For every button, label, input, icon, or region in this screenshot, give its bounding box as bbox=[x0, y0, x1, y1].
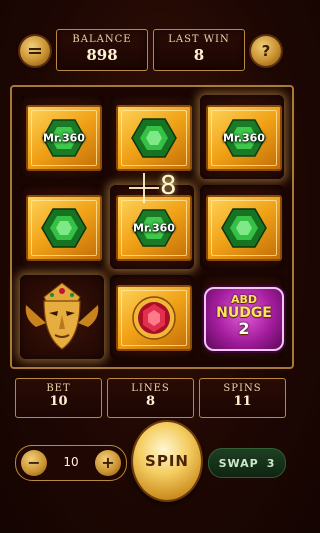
spin-label: SPIN bbox=[145, 452, 189, 470]
reel-cell-r3c3: ABD NUDGE 2 bbox=[200, 275, 284, 359]
bet-stepper: − 10 + bbox=[15, 445, 127, 481]
crosshair-icon bbox=[129, 173, 159, 203]
menu-button[interactable] bbox=[20, 36, 50, 66]
green-gem-symbol bbox=[206, 195, 282, 261]
lines-panel: LINES 8 bbox=[107, 378, 194, 418]
reel-cell-r2c1 bbox=[20, 185, 104, 269]
bet-label: BET bbox=[46, 383, 71, 394]
balance-panel: BALANCE 898 bbox=[56, 29, 148, 71]
reel-grid: Mr.360 Mr.360 Mr.360 8 ABD NUDGE 2 bbox=[10, 85, 294, 369]
swap-count: 3 bbox=[266, 456, 276, 470]
green-gem-icon bbox=[221, 208, 267, 248]
bet-panel: BET 10 bbox=[15, 378, 102, 418]
reel-cell-r2c3 bbox=[200, 185, 284, 269]
help-icon: ? bbox=[261, 42, 271, 60]
reel-cell-r3c1 bbox=[20, 275, 104, 359]
balance-value: 898 bbox=[86, 46, 118, 64]
lines-label: LINES bbox=[131, 383, 170, 394]
red-gem-symbol bbox=[116, 285, 192, 351]
reel-cell-r3c2 bbox=[110, 275, 194, 359]
reel-cell-r1c2 bbox=[110, 95, 194, 179]
reel-cell-r2c2: Mr.360 8 bbox=[110, 171, 194, 269]
green-gem-icon bbox=[41, 208, 87, 248]
increase-bet-button[interactable]: + bbox=[95, 450, 121, 476]
bet-value: 10 bbox=[49, 394, 68, 409]
reel-cell-r1c3: Mr.360 bbox=[200, 95, 284, 179]
nudge-line3: 2 bbox=[238, 319, 250, 338]
spins-label: SPINS bbox=[223, 383, 262, 394]
balance-label: BALANCE bbox=[72, 34, 132, 45]
spin-button[interactable]: SPIN bbox=[133, 422, 201, 500]
help-button[interactable]: ? bbox=[251, 36, 281, 66]
swap-button[interactable]: SWAP 3 bbox=[208, 448, 286, 478]
mr360-label: Mr.360 bbox=[133, 221, 175, 235]
last-win-value: 8 bbox=[193, 46, 205, 64]
swap-label: SWAP bbox=[218, 456, 259, 470]
crosshair-number: 8 bbox=[160, 171, 177, 201]
mr360-symbol: Mr.360 bbox=[206, 105, 282, 171]
golden-mask-icon bbox=[25, 282, 99, 350]
nudge-symbol: ABD NUDGE 2 bbox=[204, 287, 284, 351]
green-gem-icon bbox=[131, 118, 177, 158]
green-gem-symbol bbox=[26, 195, 102, 261]
last-win-label: LAST WIN bbox=[168, 34, 230, 45]
spins-value: 11 bbox=[233, 394, 252, 409]
menu-icon bbox=[29, 46, 41, 56]
lines-value: 8 bbox=[145, 394, 156, 409]
mr360-label: Mr.360 bbox=[43, 131, 85, 145]
green-gem-symbol bbox=[116, 105, 192, 171]
spins-panel: SPINS 11 bbox=[199, 378, 286, 418]
mr360-label: Mr.360 bbox=[223, 131, 265, 145]
reel-cell-r1c1: Mr.360 bbox=[20, 95, 104, 179]
last-win-panel: LAST WIN 8 bbox=[153, 29, 245, 71]
red-gem-icon bbox=[132, 296, 176, 340]
mr360-symbol: Mr.360 bbox=[26, 105, 102, 171]
nudge-line2: NUDGE bbox=[216, 305, 272, 321]
